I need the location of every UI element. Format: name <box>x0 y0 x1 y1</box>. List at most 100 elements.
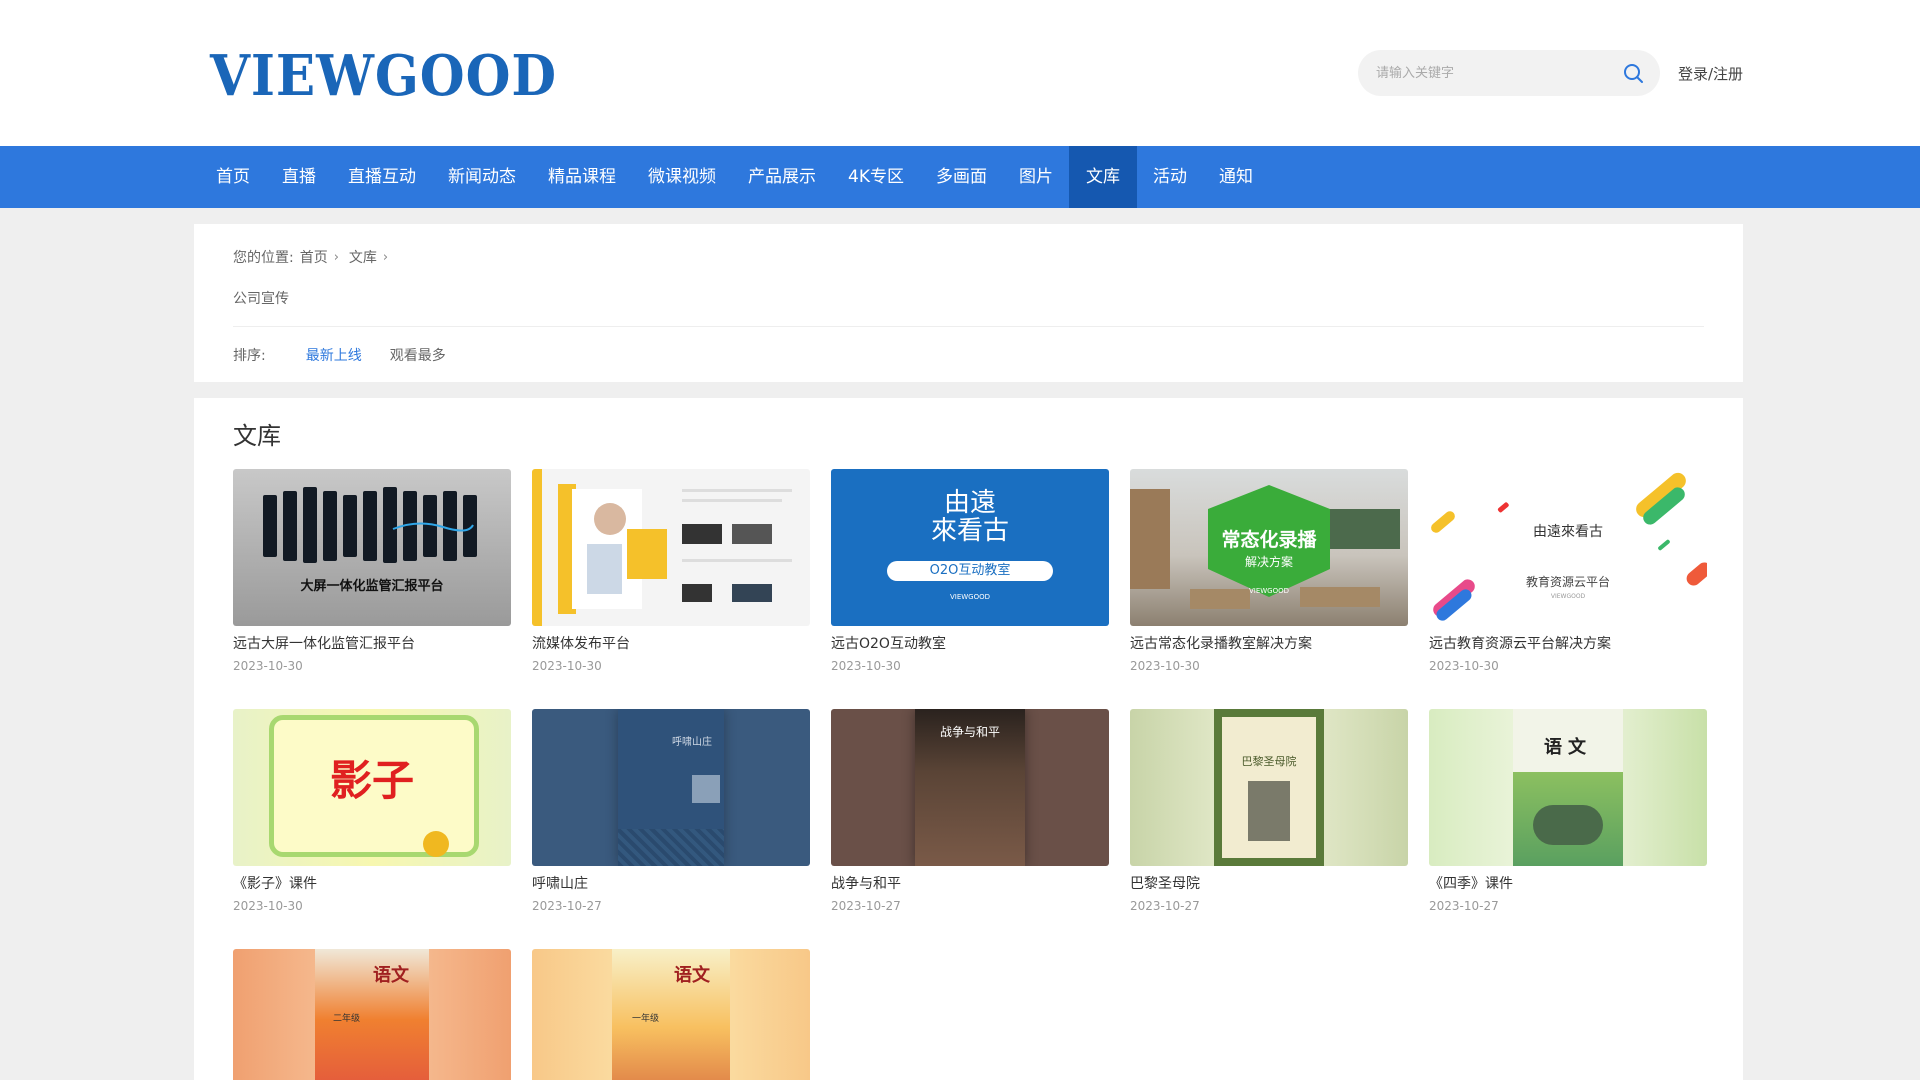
document-title[interactable]: 《四季》课件 <box>1429 873 1707 893</box>
document-date: 2023-10-30 <box>233 899 303 913</box>
document-title[interactable]: 远古常态化录播教室解决方案 <box>1130 633 1408 653</box>
cover-title: 常态化录播 <box>1221 529 1317 551</box>
cover-title: 大屏一体化监管汇报平台 <box>300 579 444 594</box>
document-date: 2023-10-27 <box>1130 899 1200 913</box>
cloud-cover-graphic <box>1431 472 1707 621</box>
nav-item[interactable]: 活动 <box>1137 146 1203 208</box>
nav-item[interactable]: 首页 <box>200 146 266 208</box>
cover-title: 巴黎圣母院 <box>1241 755 1297 768</box>
document-date: 2023-10-30 <box>233 659 303 673</box>
breadcrumb: 您的位置: 首页 › 文库 › <box>233 247 392 267</box>
document-title[interactable]: 远古大屏一体化监管汇报平台 <box>233 633 511 653</box>
document-date: 2023-10-27 <box>532 899 602 913</box>
nav-item[interactable]: 直播 <box>266 146 332 208</box>
nav-item[interactable]: 直播互动 <box>332 146 432 208</box>
nav-item[interactable]: 图片 <box>1003 146 1069 208</box>
document-thumbnail[interactable]: 语文 一年级 <box>532 949 810 1080</box>
nav-item[interactable]: 精品课程 <box>532 146 632 208</box>
nav-item[interactable]: 产品展示 <box>732 146 832 208</box>
cover-title: 语文 <box>373 965 409 986</box>
nav-item[interactable]: 多画面 <box>920 146 1003 208</box>
nav-item[interactable]: 通知 <box>1203 146 1269 208</box>
document-title[interactable]: 流媒体发布平台 <box>532 633 810 653</box>
document-card[interactable]: 由遠來看古 教育资源云平台 VIEWGOOD 远古教育资源云平台解决方案 202… <box>1429 469 1707 673</box>
breadcrumb-prefix: 您的位置: <box>233 250 294 266</box>
section-title: 文库 <box>233 422 281 450</box>
document-title[interactable]: 《影子》课件 <box>233 873 511 893</box>
divider <box>233 326 1704 327</box>
cover-brand: VIEWGOOD <box>1550 593 1586 600</box>
document-thumbnail[interactable]: 语文 <box>1429 709 1707 866</box>
document-card[interactable]: 语文 二年级 <box>233 949 511 1080</box>
document-card[interactable]: 影子 《影子》课件 2023-10-30 <box>233 709 511 913</box>
document-thumbnail[interactable]: 战争与和平 <box>831 709 1109 866</box>
chevron-right-icon: › <box>382 249 389 265</box>
document-title[interactable]: 远古教育资源云平台解决方案 <box>1429 633 1707 653</box>
document-date: 2023-10-30 <box>1130 659 1200 673</box>
breadcrumb-home[interactable]: 首页 <box>300 247 328 267</box>
document-date: 2023-10-30 <box>532 659 602 673</box>
library-panel: 文库 大屏一体化监管汇报平台 远古大屏一体化监管汇报平台 2023-10-30 … <box>194 398 1743 1080</box>
document-card[interactable]: 由遠 來看古 O2O互动教室 VIEWGOOD 远古O2O互动教室 2023-10… <box>831 469 1109 673</box>
document-card[interactable]: 大屏一体化监管汇报平台 远古大屏一体化监管汇报平台 2023-10-30 <box>233 469 511 673</box>
nav-item[interactable]: 文库 <box>1068 146 1137 208</box>
document-title[interactable]: 呼啸山庄 <box>532 873 810 893</box>
filter-panel: 您的位置: 首页 › 文库 › 公司宣传 排序: 最新上线 观看最多 <box>194 224 1743 382</box>
site-header: VIEWGOOD 登录/注册 <box>0 0 1920 146</box>
cathedral-illustration <box>1248 781 1290 841</box>
cover-title: 教育资源云平台 <box>1525 575 1610 589</box>
document-date: 2023-10-30 <box>1429 659 1499 673</box>
cover-title: 战争与和平 <box>939 725 1000 739</box>
document-card[interactable]: 常态化录播 解决方案 VIEWGOOD 远古常态化录播教室解决方案 2023-1… <box>1130 469 1408 673</box>
login-register-link[interactable]: 登录/注册 <box>1678 63 1743 84</box>
document-card[interactable]: 呼啸山庄 呼啸山庄 2023-10-27 <box>532 709 810 913</box>
document-title[interactable]: 战争与和平 <box>831 873 1109 893</box>
document-title[interactable]: 巴黎圣母院 <box>1130 873 1408 893</box>
buffalo-illustration <box>1533 805 1603 845</box>
document-thumbnail[interactable]: 常态化录播 解决方案 VIEWGOOD <box>1130 469 1408 626</box>
sort-latest[interactable]: 最新上线 <box>306 345 362 365</box>
sunflower-icon <box>423 831 449 857</box>
nav-list: 首页 直播 直播互动 新闻动态 精品课程 微课视频 产品展示 4K专区 多画面 图片 文库 活动 通知 <box>200 146 1269 208</box>
document-thumbnail[interactable]: 影子 <box>233 709 511 866</box>
breadcrumb-current[interactable]: 文库 <box>349 247 377 267</box>
document-thumbnail[interactable]: 语文 二年级 <box>233 949 511 1080</box>
cover-title: 呼啸山庄 <box>672 737 712 748</box>
book-cover <box>612 949 730 1080</box>
site-logo[interactable]: VIEWGOOD <box>210 46 557 106</box>
document-thumbnail[interactable]: 由遠 來看古 O2O互动教室 VIEWGOOD <box>831 469 1109 626</box>
search-box[interactable] <box>1358 50 1660 96</box>
category-filter[interactable]: 公司宣传 <box>233 288 289 308</box>
cover-brand: VIEWGOOD <box>949 593 991 601</box>
search-icon[interactable] <box>1622 62 1644 84</box>
chevron-right-icon: › <box>333 249 339 265</box>
sort-bar: 排序: 最新上线 观看最多 <box>233 345 446 365</box>
document-date: 2023-10-30 <box>831 659 901 673</box>
sort-most-viewed[interactable]: 观看最多 <box>390 345 446 365</box>
document-card[interactable]: 巴黎圣母院 巴黎圣母院 2023-10-27 <box>1130 709 1408 913</box>
document-thumbnail[interactable]: 由遠來看古 教育资源云平台 VIEWGOOD <box>1429 469 1707 626</box>
cover-pattern <box>618 829 724 866</box>
search-input[interactable] <box>1376 50 1616 96</box>
calligraphy-logo: 由遠來看古 <box>930 488 1009 546</box>
cover-illustration <box>692 775 720 803</box>
calligraphy-logo: 由遠來看古 <box>1533 524 1603 540</box>
nav-item[interactable]: 新闻动态 <box>432 146 532 208</box>
document-card[interactable]: 流媒体发布平台 2023-10-30 <box>532 469 810 673</box>
document-card[interactable]: 语文 一年级 <box>532 949 810 1080</box>
brochure-cover-graphic <box>532 469 792 626</box>
document-thumbnail[interactable]: 呼啸山庄 <box>532 709 810 866</box>
document-title[interactable]: 远古O2O互动教室 <box>831 633 1109 653</box>
cover-title: 语文 <box>674 965 710 986</box>
nav-item[interactable]: 微课视频 <box>632 146 732 208</box>
nav-item[interactable]: 4K专区 <box>832 146 920 208</box>
cover-title: 语文 <box>1544 737 1592 758</box>
document-date: 2023-10-27 <box>1429 899 1499 913</box>
document-card[interactable]: 战争与和平 战争与和平 2023-10-27 <box>831 709 1109 913</box>
document-thumbnail[interactable] <box>532 469 810 626</box>
document-thumbnail[interactable]: 巴黎圣母院 <box>1130 709 1408 866</box>
dashboard-cover-graphic <box>263 487 477 563</box>
document-thumbnail[interactable]: 大屏一体化监管汇报平台 <box>233 469 511 626</box>
document-card[interactable]: 语文 《四季》课件 2023-10-27 <box>1429 709 1707 913</box>
cover-subtitle: 二年级 <box>333 1014 361 1024</box>
